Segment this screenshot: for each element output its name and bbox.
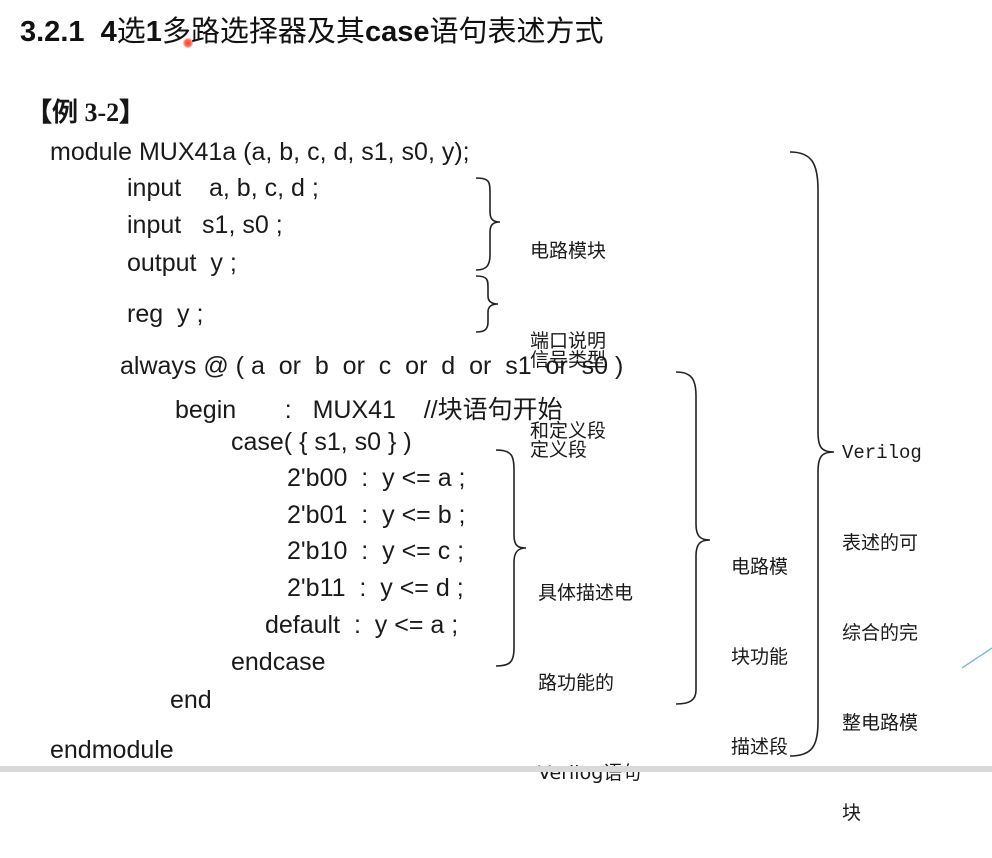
brace-function-section (675, 371, 711, 705)
annotation-line: 表述的可 (842, 532, 919, 554)
annotation-line: Verilog语句 (538, 762, 642, 784)
annotation-verilog-statements: 具体描述电 路功能的 Verilog语句 (538, 518, 641, 818)
annotation-line: 具体描述电 (538, 582, 634, 604)
annotation-line: 综合的完 (842, 622, 919, 644)
annotation-line: 描述段 (731, 736, 789, 758)
annotation-line: 信号类型 (530, 349, 607, 371)
annotation-line: 块功能 (731, 646, 789, 668)
annotation-line: 电路模 (731, 556, 789, 578)
bottom-edge-bar (0, 766, 992, 772)
annotation-line: 整电路模 (842, 712, 919, 734)
annotation-line: 块 (842, 802, 862, 824)
brace-complete-module (789, 151, 835, 757)
annotation-function-section: 电路模 块功能 描述段 (731, 492, 788, 792)
annotation-line: 定义段 (530, 439, 588, 461)
annotation-line: Verilog (842, 442, 922, 464)
brace-verilog-statements (495, 449, 527, 667)
annotation-complete-module: Verilog 表述的可 综合的完 整电路模 块 (842, 378, 922, 858)
annotation-line: 路功能的 (538, 672, 615, 694)
decorative-line (961, 647, 992, 669)
annotation-signal-type: 信号类型 定义段 (530, 285, 606, 495)
annotation-line: 电路模块 (530, 240, 607, 262)
brace-port-section (475, 177, 501, 271)
brace-signal-type (475, 275, 499, 333)
